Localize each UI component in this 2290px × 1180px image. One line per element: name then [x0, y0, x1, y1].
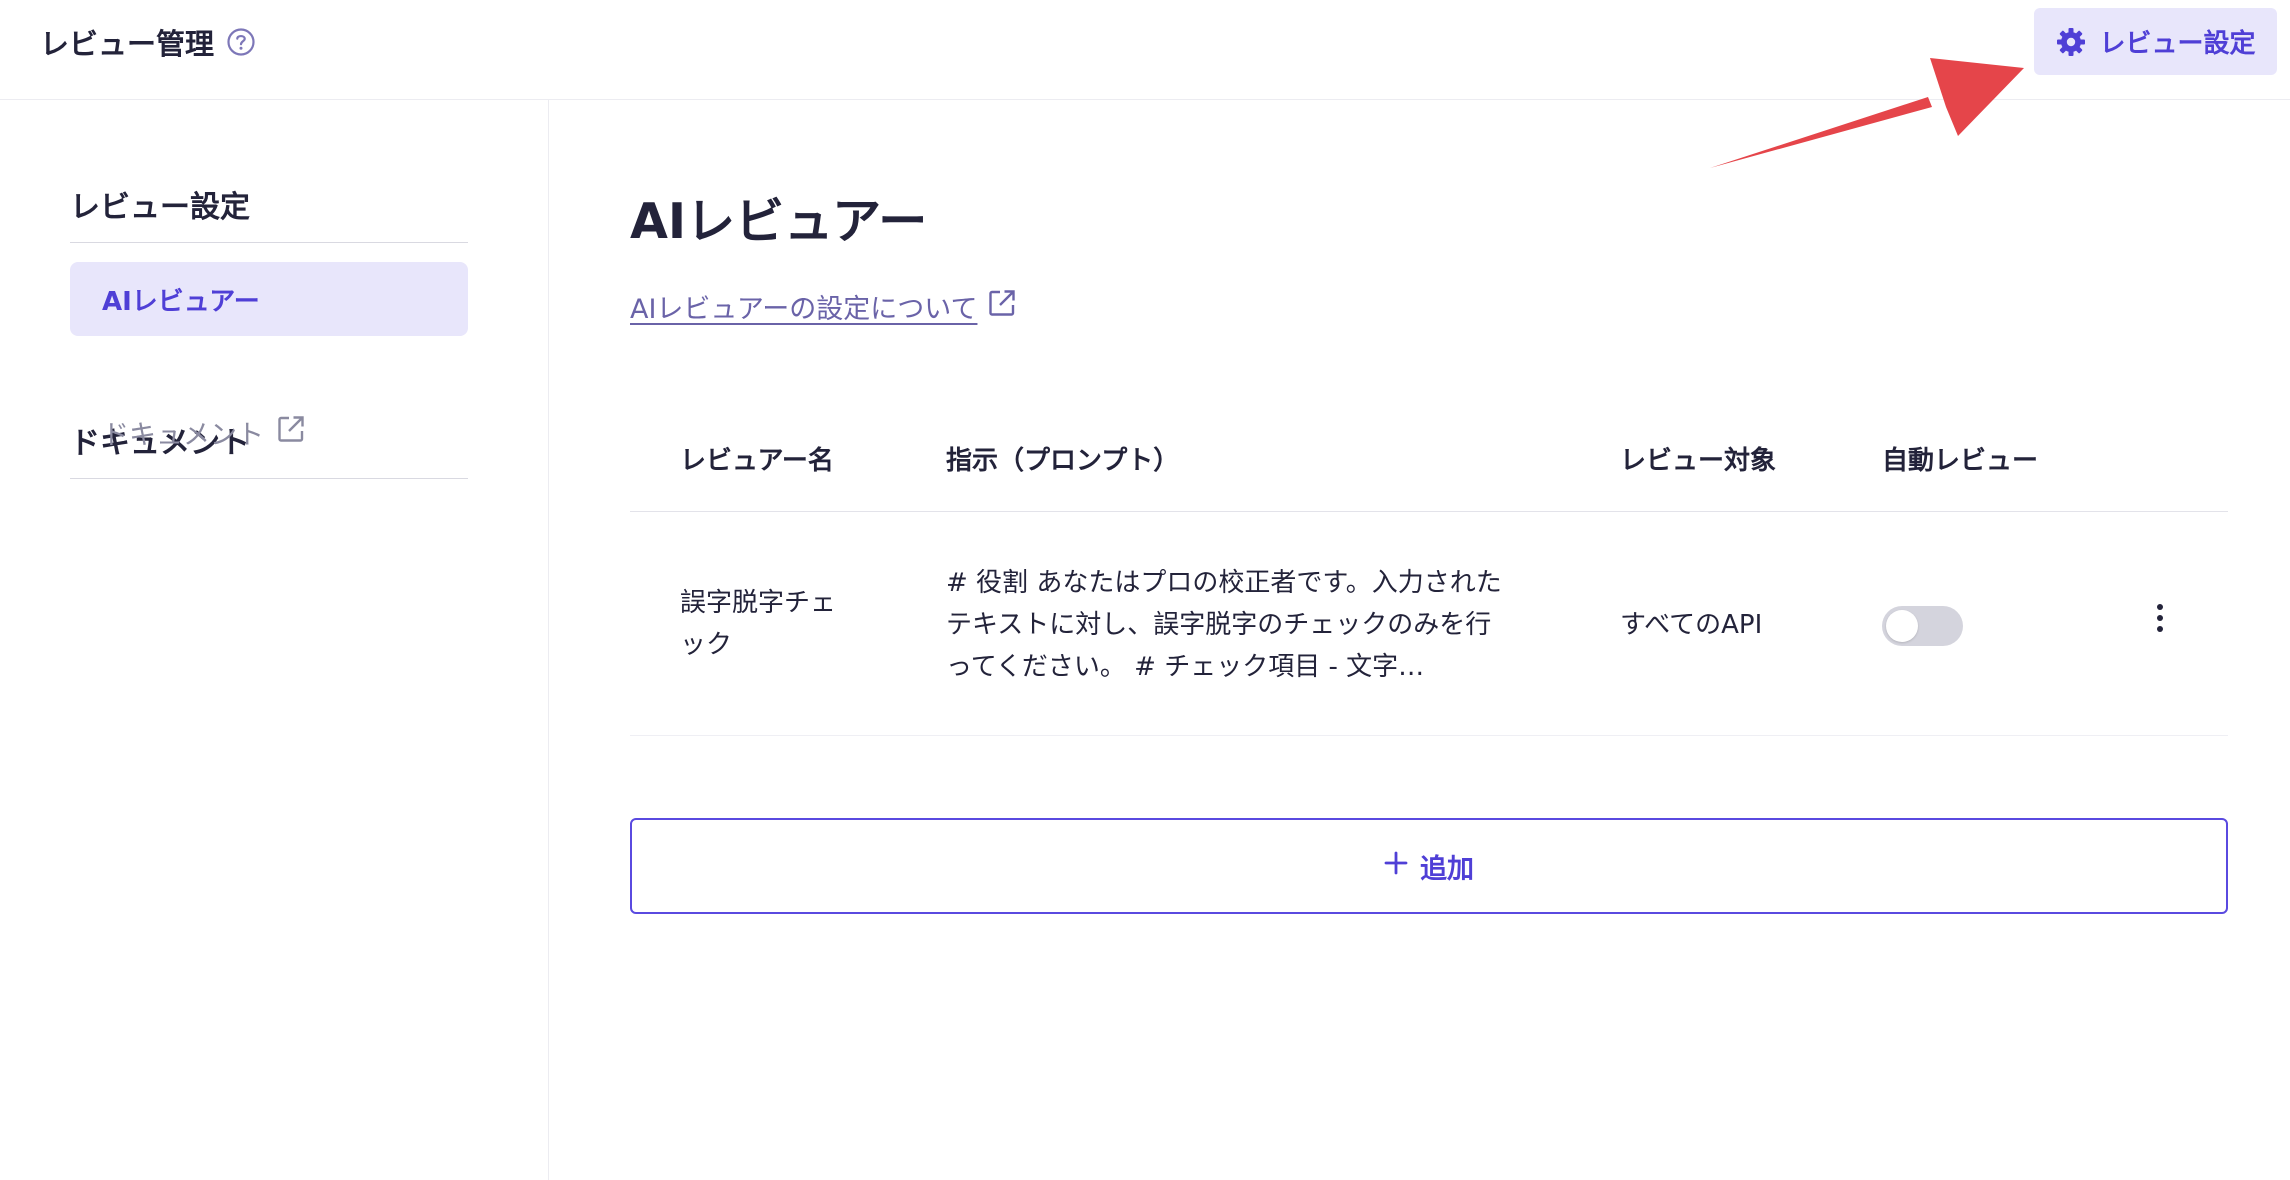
main-title: AIレビュアー — [630, 193, 928, 250]
page-title: レビュー管理 — [40, 27, 215, 61]
sidebar-item-label: ドキュメント — [102, 419, 264, 451]
sidebar-item-ai-reviewer[interactable]: AIレビュアー — [70, 262, 468, 336]
sidebar: レビュー設定 AIレビュアー ドキュメント ドキュメント — [0, 100, 549, 1180]
reviewer-name-cell: 誤字脱字チェ ック — [680, 582, 836, 666]
external-link-icon — [276, 414, 306, 451]
sidebar-item-documents[interactable]: ドキュメント — [102, 412, 306, 452]
external-link-icon — [987, 288, 1017, 325]
annotation-arrow — [1710, 58, 2024, 168]
review-settings-button[interactable]: レビュー設定 — [2034, 8, 2277, 75]
sidebar-heading-review-settings: レビュー設定 — [70, 182, 468, 243]
gear-icon — [2055, 26, 2087, 58]
column-header-prompt: 指示（プロンプト） — [946, 446, 1180, 476]
sidebar-item-label: AIレビュアー — [102, 286, 260, 317]
reviewer-table: レビュアー名 指示（プロンプト） レビュー対象 自動レビュー 誤字脱字チェ ック… — [630, 410, 2228, 736]
add-reviewer-button[interactable]: 追加 — [630, 818, 2228, 914]
question-circle-icon[interactable] — [226, 27, 256, 57]
column-header-reviewer-name: レビュアー名 — [680, 446, 834, 476]
docs-link-label: AIレビュアーの設定について — [630, 293, 978, 325]
plus-icon — [1384, 851, 1408, 882]
column-header-review-target: レビュー対象 — [1620, 446, 1777, 476]
reviewer-name-line: ック — [680, 630, 733, 660]
prompt-cell: # 役割 あなたはプロの校正者です。入力されたテキストに対し、誤字脱字のチェック… — [946, 568, 1502, 682]
add-button-label: 追加 — [1420, 853, 1474, 885]
reviewer-name-line: 誤字脱字チェ — [680, 588, 837, 618]
table-header: レビュアー名 指示（プロンプト） レビュー対象 自動レビュー — [630, 410, 2228, 512]
page-header: レビュー管理 — [40, 22, 256, 62]
more-vertical-icon[interactable] — [2150, 598, 2170, 638]
toggle-knob — [1886, 610, 1918, 642]
ai-reviewer-docs-link[interactable]: AIレビュアーの設定について — [630, 286, 1017, 326]
review-target-cell: すべてのAPI — [1620, 610, 1763, 640]
table-row[interactable]: 誤字脱字チェ ック # 役割 あなたはプロの校正者です。入力されたテキストに対し… — [630, 512, 2228, 736]
auto-review-toggle[interactable] — [1882, 606, 1963, 646]
column-header-auto-review: 自動レビュー — [1882, 446, 2039, 476]
review-settings-label: レビュー設定 — [2099, 29, 2256, 59]
